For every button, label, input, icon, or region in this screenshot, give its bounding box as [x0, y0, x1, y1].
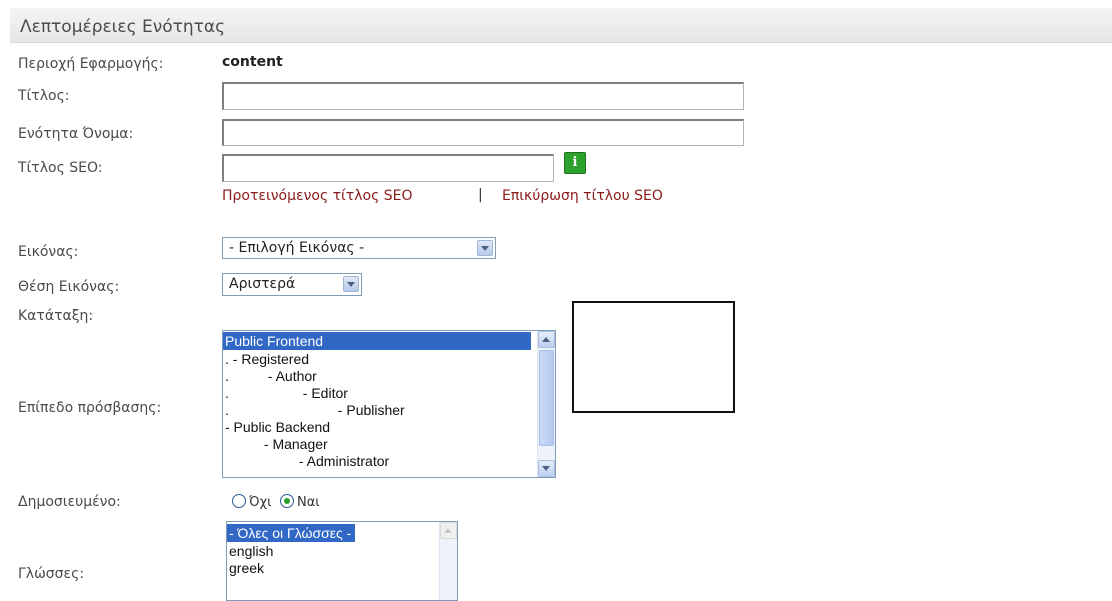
access-label: Επίπεδο πρόσβασης: [18, 400, 162, 416]
seo-suggest-link[interactable]: Προτεινόμενος τίτλος SEO [222, 188, 413, 204]
language-option[interactable]: english [227, 542, 457, 559]
image-label: Εικόνας: [18, 244, 79, 260]
image-position-select[interactable]: Αριστερά [222, 273, 362, 296]
languages-scrollbar[interactable] [439, 522, 457, 600]
language-option[interactable]: greek [227, 559, 457, 576]
section-title: Λεπτομέρειες Ενότητας [20, 17, 226, 37]
published-label: Δημοσιευμένο: [18, 494, 121, 510]
access-option[interactable]: . - Publisher [223, 401, 555, 418]
image-select[interactable]: - Επιλογή Εικόνας - [222, 237, 496, 259]
published-no-radio[interactable] [232, 494, 246, 508]
language-option[interactable]: - Όλες οι Γλώσσες - [227, 524, 356, 542]
image-preview [572, 301, 735, 413]
access-listbox[interactable]: Public Frontend . - Registered . - Autho… [222, 330, 556, 478]
image-position-label: Θέση Εικόνας: [18, 279, 120, 295]
scroll-down-icon[interactable] [538, 460, 555, 477]
scope-label: Περιοχή Εφαρμογής: [18, 56, 164, 72]
published-yes-radio[interactable] [280, 494, 294, 508]
scroll-up-icon[interactable] [538, 331, 555, 348]
scroll-up-icon[interactable] [440, 522, 457, 539]
image-position-value: Αριστερά [229, 276, 296, 292]
access-option[interactable]: - Public Backend [223, 418, 555, 435]
access-option[interactable]: . - Registered [223, 350, 555, 367]
published-yes-label[interactable]: Ναι [297, 495, 320, 510]
languages-listbox[interactable]: - Όλες οι Γλώσσες - english greek [226, 521, 458, 601]
languages-label: Γλώσσες: [18, 566, 85, 582]
name-label: Ενότητα Όνομα: [18, 126, 134, 142]
seo-title-label: Τίτλος SEO: [18, 160, 103, 176]
access-option[interactable]: - Administrator [223, 452, 555, 469]
seo-title-input[interactable] [222, 154, 554, 182]
section-header: Λεπτομέρειες Ενότητας [10, 8, 1112, 43]
info-icon[interactable]: i [564, 152, 586, 174]
published-no-label[interactable]: Όχι [249, 495, 271, 510]
access-option[interactable]: Public Frontend [223, 332, 531, 350]
scroll-thumb[interactable] [539, 350, 554, 446]
image-select-value: - Επιλογή Εικόνας - [229, 240, 365, 256]
name-input[interactable] [222, 119, 744, 146]
chevron-down-icon[interactable] [477, 240, 493, 256]
title-input[interactable] [222, 82, 744, 110]
link-separator: | [478, 187, 483, 203]
access-scrollbar[interactable] [537, 331, 555, 477]
access-option[interactable]: . - Editor [223, 384, 555, 401]
scope-value: content [222, 54, 283, 70]
title-label: Τίτλος: [18, 88, 70, 104]
ordering-label: Κατάταξη: [18, 308, 94, 324]
access-option[interactable]: - Manager [223, 435, 555, 452]
seo-validate-link[interactable]: Επικύρωση τίτλου SEO [502, 188, 663, 204]
chevron-down-icon[interactable] [343, 276, 359, 292]
access-option[interactable]: . - Author [223, 367, 555, 384]
